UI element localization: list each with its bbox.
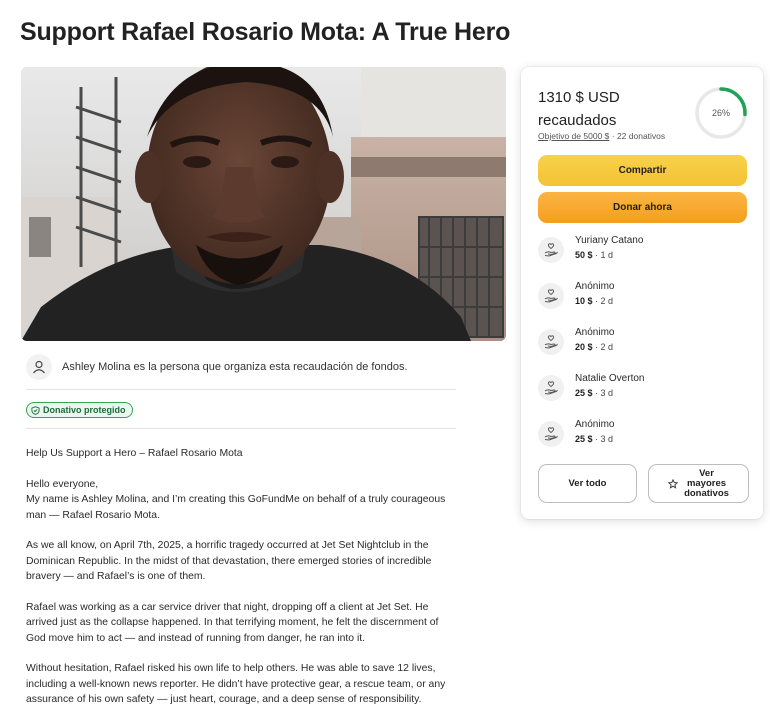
donation-hand-icon [538, 283, 564, 309]
goal-link[interactable]: Objetivo de 5000 $ [538, 131, 609, 141]
campaign-story: Help Us Support a Hero – Rafael Rosario … [26, 446, 456, 723]
donor-time: · 2 d [595, 342, 614, 352]
goal-info: Objetivo de 5000 $ · 22 donativos [538, 131, 665, 141]
goal-separator: · [611, 131, 615, 141]
divider [26, 389, 456, 390]
donor-amount: 50 $ [575, 250, 593, 260]
story-heading: Help Us Support a Hero – Rafael Rosario … [26, 448, 243, 459]
donor-meta: 20 $ · 2 d [575, 342, 613, 352]
donor-item: Natalie Overton 25 $ · 3 d [538, 373, 748, 407]
donation-count: 22 donativos [616, 131, 666, 141]
donor-item: Anónimo 10 $ · 2 d [538, 281, 748, 315]
donor-meta: 25 $ · 3 d [575, 434, 613, 444]
organizer-text: Ashley Molina es la persona que organiza… [62, 361, 408, 373]
donor-name: Anónimo [575, 419, 615, 430]
campaign-photo [21, 67, 506, 341]
donor-item: Anónimo 25 $ · 3 d [538, 419, 748, 453]
donor-item: Anónimo 20 $ · 2 d [538, 327, 748, 361]
story-paragraph: As we all know, on April 7th, 2025, a ho… [26, 540, 432, 582]
donor-name: Natalie Overton [575, 373, 645, 384]
donate-now-button[interactable]: Donar ahora [538, 192, 747, 223]
donation-hand-icon [538, 421, 564, 447]
story-greeting: Hello everyone, [26, 478, 99, 490]
divider [26, 428, 456, 429]
donor-time: · 3 d [595, 388, 614, 398]
donor-item: Yuriany Catano 50 $ · 1 d [538, 235, 748, 269]
page-title: Support Rafael Rosario Mota: A True Hero [20, 18, 511, 46]
donation-hand-icon [538, 329, 564, 355]
organizer-row: Ashley Molina es la persona que organiza… [26, 352, 456, 382]
donation-hand-icon [538, 237, 564, 263]
shield-icon [31, 405, 40, 415]
badge-label: Donativo protegido [43, 405, 126, 415]
donor-time: · 2 d [595, 296, 614, 306]
donor-name: Anónimo [575, 281, 615, 292]
donor-meta: 50 $ · 1 d [575, 250, 613, 260]
star-icon [668, 478, 679, 489]
top-donations-label: Ver mayores donativos [684, 467, 729, 499]
protected-donation-badge[interactable]: Donativo protegido [26, 402, 133, 418]
donor-meta: 25 $ · 3 d [575, 388, 613, 398]
donor-meta: 10 $ · 2 d [575, 296, 613, 306]
story-intro: My name is Ashley Molina, and I’m creati… [26, 494, 446, 521]
amount-raised: 1310 $ USD recaudados [538, 89, 620, 129]
donor-amount: 25 $ [575, 388, 593, 398]
story-paragraph: Rafael was working as a car service driv… [26, 601, 439, 644]
see-all-button[interactable]: Ver todo [538, 464, 637, 503]
donation-card: 1310 $ USD recaudados Objetivo de 5000 $… [521, 67, 763, 519]
donor-amount: 20 $ [575, 342, 593, 352]
share-button[interactable]: Compartir [538, 155, 747, 186]
donor-name: Anónimo [575, 327, 615, 338]
story-paragraph: Without hesitation, Rafael risked his ow… [26, 663, 446, 705]
donation-hand-icon [538, 375, 564, 401]
donor-amount: 25 $ [575, 434, 593, 444]
top-donations-button[interactable]: Ver mayores donativos [648, 464, 749, 503]
donor-time: · 1 d [595, 250, 614, 260]
donor-name: Yuriany Catano [575, 235, 644, 246]
donor-time: · 3 d [595, 434, 614, 444]
progress-percent: 26% [711, 108, 730, 118]
user-icon [26, 354, 52, 380]
donor-amount: 10 $ [575, 296, 593, 306]
